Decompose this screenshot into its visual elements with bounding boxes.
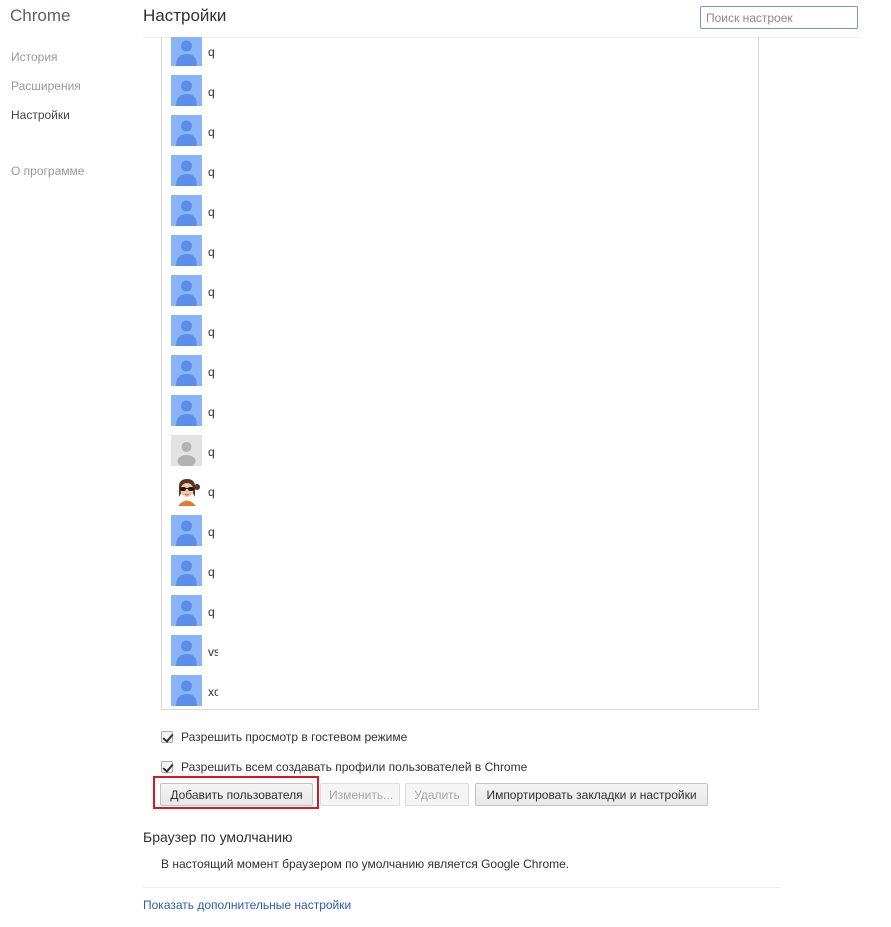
profile-row[interactable]: q [162, 115, 758, 155]
gray-silhouette-icon [171, 435, 202, 467]
show-advanced-settings-link[interactable]: Показать дополнительные настройки [143, 898, 351, 912]
profile-list[interactable]: q q q q q q q q q q q q q q q vs xc [161, 37, 759, 710]
blue-person-icon [171, 595, 202, 626]
blue-person-icon [171, 315, 202, 346]
profile-row[interactable]: q [162, 395, 758, 435]
guest-mode-checkbox[interactable] [161, 731, 173, 743]
blue-person-icon [171, 195, 202, 226]
allow-profiles-label: Разрешить всем создавать профили пользов… [181, 760, 528, 774]
profile-row[interactable]: q [162, 435, 758, 475]
profile-row[interactable]: q [162, 37, 758, 75]
sidebar-item-about[interactable]: О программе [11, 164, 84, 178]
blue-person-icon [171, 515, 202, 546]
profile-name: q [208, 365, 215, 379]
profile-name: q [208, 125, 215, 139]
profile-row[interactable]: q [162, 275, 758, 315]
profile-name: q [208, 445, 215, 459]
edit-button[interactable]: Изменить... [320, 783, 400, 806]
search-input[interactable] [700, 6, 858, 29]
blue-person-icon [171, 635, 202, 666]
profile-name: q [208, 605, 215, 619]
blue-person-icon [171, 155, 202, 186]
profile-row[interactable]: q [162, 155, 758, 195]
profile-name: q [208, 565, 215, 579]
profile-name: q [208, 85, 215, 99]
profile-row[interactable]: vs [162, 635, 758, 675]
blue-person-icon [171, 395, 202, 426]
profile-row[interactable]: q [162, 75, 758, 115]
blue-person-icon [171, 355, 202, 386]
profile-name: q [208, 325, 215, 339]
page-title: Настройки [143, 6, 227, 25]
profile-name: q [208, 285, 215, 299]
default-browser-text: В настоящий момент браузером по умолчани… [161, 857, 570, 871]
import-bookmarks-button[interactable]: Импортировать закладки и настройки [475, 783, 708, 806]
profile-row[interactable]: q [162, 515, 758, 555]
section-divider [143, 887, 780, 888]
profile-row[interactable]: q [162, 315, 758, 355]
sidebar-item-history[interactable]: История [11, 50, 58, 64]
girl-avatar-icon [171, 475, 202, 506]
default-browser-title: Браузер по умолчанию [143, 829, 293, 845]
delete-button[interactable]: Удалить [405, 783, 469, 806]
sidebar-item-extensions[interactable]: Расширения [11, 79, 81, 93]
blue-person-icon [171, 275, 202, 306]
blue-person-icon [171, 115, 202, 146]
profile-name: xc [208, 685, 218, 699]
blue-person-icon [171, 555, 202, 586]
profile-row[interactable]: q [162, 195, 758, 235]
profile-name: q [208, 485, 215, 499]
blue-person-icon [171, 37, 202, 66]
allow-profiles-row: Разрешить всем создавать профили пользов… [161, 759, 527, 775]
profile-name: q [208, 165, 215, 179]
profile-name: vs [208, 645, 218, 659]
sidebar-item-settings[interactable]: Настройки [11, 108, 70, 122]
allow-profiles-checkbox[interactable] [161, 761, 173, 773]
add-user-button[interactable]: Добавить пользователя [160, 783, 313, 806]
blue-person-icon [171, 235, 202, 266]
profile-row[interactable]: q [162, 355, 758, 395]
profile-name: q [208, 205, 215, 219]
profile-name: q [208, 405, 215, 419]
guest-mode-row: Разрешить просмотр в гостевом режиме [161, 729, 407, 745]
sidebar: Chrome История Расширения Настройки О пр… [0, 0, 130, 927]
chrome-brand: Chrome [10, 6, 71, 25]
profile-row[interactable]: q [162, 235, 758, 275]
profile-row[interactable]: q [162, 555, 758, 595]
profile-name: q [208, 245, 215, 259]
guest-mode-label: Разрешить просмотр в гостевом режиме [181, 730, 408, 744]
profile-row[interactable]: xc [162, 675, 758, 709]
blue-person-icon [171, 75, 202, 106]
blue-person-icon [171, 675, 202, 706]
profile-row[interactable]: q [162, 595, 758, 635]
profile-name: q [208, 45, 215, 59]
profile-row[interactable]: q [162, 475, 758, 515]
profile-name: q [208, 525, 215, 539]
